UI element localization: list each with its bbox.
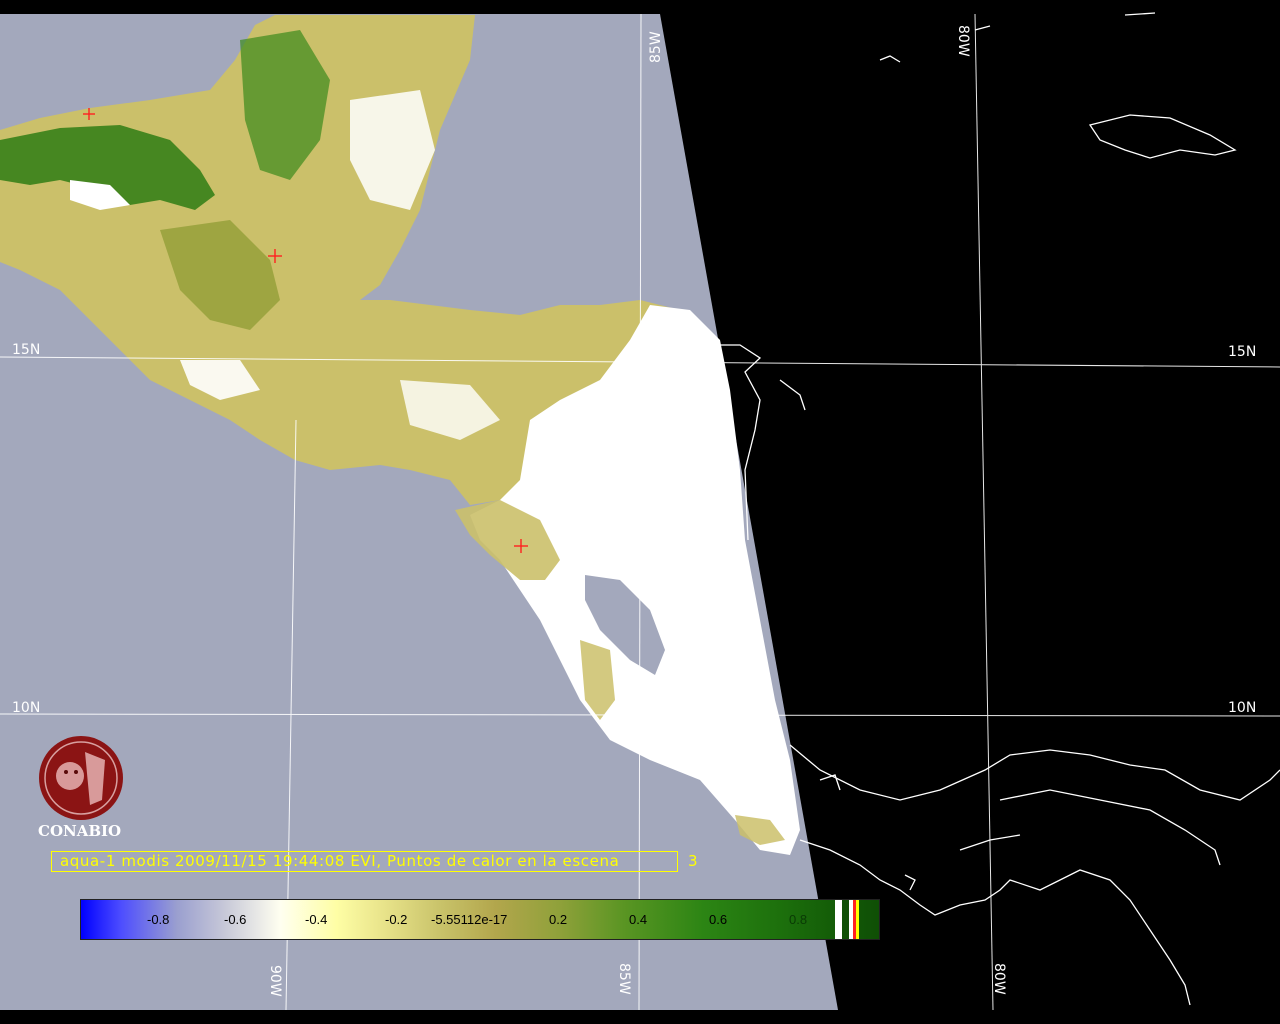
- tick-neg-0-6: -0.6: [224, 912, 247, 927]
- tick-0-8: 0.8: [789, 912, 808, 927]
- colorbar-caption-swatch: [856, 900, 859, 939]
- lon-label-80w-bottom: 80W: [991, 963, 1007, 995]
- tick-neg-0-8: -0.8: [147, 912, 170, 927]
- colorbar-cloud-swatch: [835, 900, 842, 939]
- conabio-logo: [39, 736, 123, 820]
- lon-label-90w-bottom: 90W: [267, 965, 283, 997]
- tick-neg-0-4: -0.4: [305, 912, 328, 927]
- colorbar-gap-swatch: [842, 900, 849, 939]
- tick-0-2: 0.2: [549, 912, 568, 927]
- scene-caption: aqua-1 modis 2009/11/15 19:44:08 EVI, Pu…: [51, 851, 678, 872]
- lon-label-85w-top: 85W: [648, 31, 664, 63]
- lat-label-15n-right: 15N: [1228, 344, 1256, 360]
- lat-label-15n-left: 15N: [12, 342, 40, 358]
- lon-label-85w-bottom: 85W: [616, 963, 632, 995]
- lat-label-10n-right: 10N: [1228, 700, 1256, 716]
- logo-label: CONABIO: [38, 822, 122, 840]
- tick-0-4: 0.4: [629, 912, 648, 927]
- tick-neg-0-2: -0.2: [385, 912, 408, 927]
- lat-label-10n-left: 10N: [12, 700, 40, 716]
- evi-colorbar: -0.8 -0.6 -0.4 -0.2 -5.55112e-17 0.2 0.4…: [80, 899, 880, 940]
- hotspot-count: 3: [688, 852, 698, 870]
- tick-zero: -5.55112e-17: [431, 912, 508, 927]
- lon-label-80w-top: 80W: [955, 25, 971, 57]
- tick-0-6: 0.6: [709, 912, 728, 927]
